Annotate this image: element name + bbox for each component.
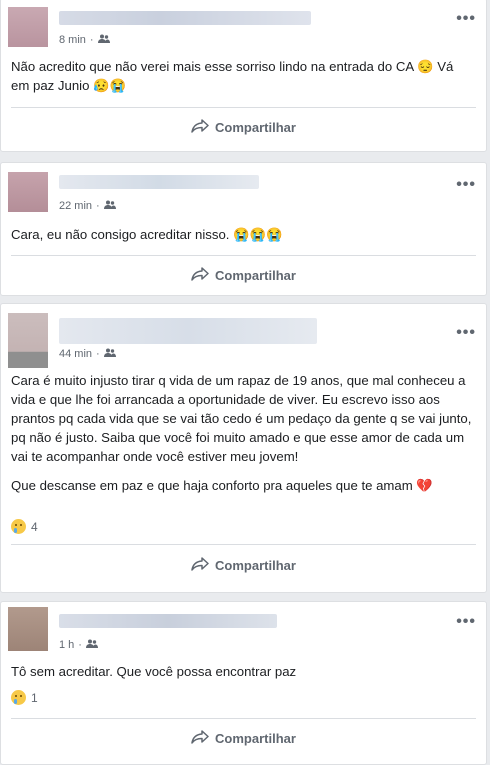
friends-icon <box>85 639 98 651</box>
post-paragraph: Cara é muito injusto tirar q vida de um … <box>11 373 472 464</box>
post-time[interactable]: 44 min <box>59 348 92 360</box>
separator: · <box>96 348 100 360</box>
more-options-button[interactable]: ••• <box>456 177 476 193</box>
post-card: 22 min · ••• Cara, eu não consigo acredi… <box>0 162 487 296</box>
more-options-button[interactable]: ••• <box>456 614 476 630</box>
post-paragraph: Que descanse em paz e que haja conforto … <box>11 478 433 493</box>
share-icon <box>191 119 209 136</box>
more-options-button[interactable]: ••• <box>456 11 476 27</box>
author-name-redacted[interactable] <box>59 11 311 25</box>
author-name-redacted[interactable] <box>59 318 317 344</box>
post-meta: 22 min · <box>59 200 116 212</box>
friends-icon <box>103 348 116 360</box>
share-label: Compartilhar <box>215 268 296 283</box>
divider <box>11 107 476 108</box>
author-name-redacted[interactable] <box>59 614 277 628</box>
post-card: 1 h · ••• Tô sem acreditar. Que você pos… <box>0 601 487 765</box>
post-time[interactable]: 22 min <box>59 200 92 212</box>
share-icon <box>191 557 209 574</box>
post-text: Tô sem acreditar. Que você possa encontr… <box>11 662 474 681</box>
post-card: 44 min · ••• Cara é muito injusto tirar … <box>0 303 487 593</box>
post-card: 8 min · ••• Não acredito que não verei m… <box>0 0 487 152</box>
ellipsis-icon: ••• <box>456 613 476 630</box>
post-time[interactable]: 8 min <box>59 34 86 46</box>
post-meta: 44 min · <box>59 348 116 360</box>
ellipsis-icon: ••• <box>456 324 476 341</box>
separator: · <box>78 639 82 651</box>
friends-icon <box>103 200 116 212</box>
post-paragraph: Não acredito que não verei mais esse sor… <box>11 59 454 93</box>
share-button[interactable]: Compartilhar <box>1 119 486 136</box>
post-time[interactable]: 1 h <box>59 639 74 651</box>
share-label: Compartilhar <box>215 558 296 573</box>
post-paragraph: Tô sem acreditar. Que você possa encontr… <box>11 664 297 679</box>
ellipsis-icon: ••• <box>456 10 476 27</box>
author-name-redacted[interactable] <box>59 175 259 189</box>
divider <box>11 255 476 256</box>
post-paragraph: Cara, eu não consigo acreditar nisso. 😭😭… <box>11 227 283 242</box>
avatar[interactable] <box>8 172 48 212</box>
share-button[interactable]: Compartilhar <box>1 730 486 747</box>
avatar[interactable] <box>8 607 48 651</box>
share-icon <box>191 267 209 284</box>
separator: · <box>89 34 94 46</box>
post-text: Não acredito que não verei mais esse sor… <box>11 57 474 95</box>
share-icon <box>191 730 209 747</box>
friends-icon <box>97 34 110 46</box>
reaction-count: 1 <box>31 690 38 705</box>
post-meta: 8 min · <box>59 34 110 46</box>
separator: · <box>96 200 100 212</box>
share-button[interactable]: Compartilhar <box>1 557 486 574</box>
more-options-button[interactable]: ••• <box>456 325 476 341</box>
post-text: Cara, eu não consigo acreditar nisso. 😭😭… <box>11 225 474 244</box>
avatar[interactable] <box>8 7 48 47</box>
divider <box>11 718 476 719</box>
reaction-summary[interactable]: 4 <box>11 519 38 534</box>
share-label: Compartilhar <box>215 120 296 135</box>
post-meta: 1 h · <box>59 639 98 651</box>
sad-face-icon <box>11 690 26 705</box>
share-button[interactable]: Compartilhar <box>1 267 486 284</box>
sad-face-icon <box>11 519 26 534</box>
avatar[interactable] <box>8 313 48 368</box>
divider <box>11 544 476 545</box>
post-text: Cara é muito injusto tirar q vida de um … <box>11 371 474 495</box>
reaction-count: 4 <box>31 519 38 534</box>
share-label: Compartilhar <box>215 731 296 746</box>
ellipsis-icon: ••• <box>456 176 476 193</box>
reaction-summary[interactable]: 1 <box>11 690 38 705</box>
